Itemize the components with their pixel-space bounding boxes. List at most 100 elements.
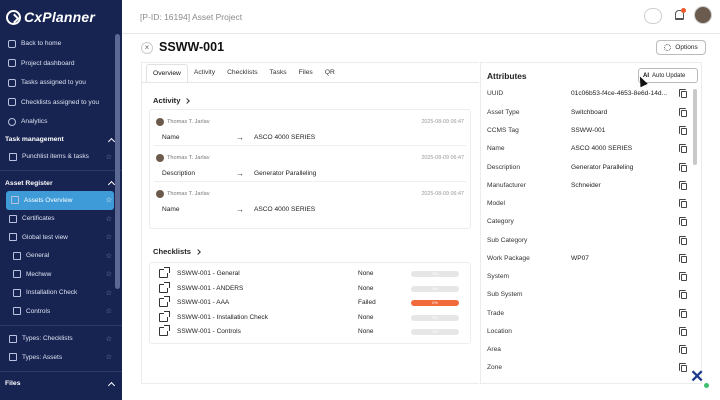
section-title-text: Files	[5, 380, 21, 387]
checklist-list: SSWW-001 - General None 0% SSWW-001 - AN…	[149, 262, 471, 344]
sidebar-item-installation-check[interactable]: Installation Check ☆	[0, 284, 122, 303]
attribute-value[interactable]: SSWW-001	[571, 127, 671, 134]
copy-icon[interactable]	[679, 180, 687, 190]
copy-icon[interactable]	[679, 290, 687, 299]
attribute-value[interactable]: Schneider	[571, 182, 671, 189]
attribute-value[interactable]: 01c06b53-f4ce-4653-8e6d-14d...	[571, 90, 671, 97]
external-link-icon[interactable]	[159, 281, 170, 293]
tab-activity[interactable]: Activity	[188, 64, 221, 82]
copy-icon[interactable]	[679, 235, 687, 245]
attribute-label: Description	[487, 163, 520, 171]
divider	[0, 324, 122, 326]
arrow-right-icon: →	[236, 205, 244, 214]
tab-checklists[interactable]: Checklists	[221, 64, 263, 82]
checklist-name: SSWW-001 - AAA	[177, 299, 230, 306]
copy-icon[interactable]	[679, 253, 687, 263]
attribute-label: Area	[487, 346, 501, 353]
analytics-icon	[8, 117, 16, 126]
star-icon[interactable]: ☆	[106, 270, 112, 278]
sidebar-item-mechww[interactable]: Mechww ☆	[0, 265, 122, 284]
attributes-scrollbar[interactable]	[693, 89, 697, 165]
user-avatar	[156, 190, 164, 198]
sidebar-item-analytics[interactable]: Analytics	[0, 112, 122, 132]
copy-icon[interactable]	[679, 89, 687, 98]
external-link-icon[interactable]	[159, 296, 170, 307]
sidebar-item-project-dashboard[interactable]: Project dashboard	[0, 54, 122, 74]
star-icon[interactable]: ☆	[106, 233, 112, 241]
checklist-row[interactable]: SSWW-001 - General None 0%	[150, 267, 470, 282]
copy-icon[interactable]	[679, 326, 687, 336]
sidebar-item-checklists-assigned[interactable]: Checklists assigned to you	[0, 93, 122, 113]
attribute-value[interactable]: WP07	[571, 255, 671, 262]
attribute-label: Category	[487, 218, 514, 225]
star-icon[interactable]: ☆	[106, 307, 112, 315]
copy-icon[interactable]	[679, 162, 687, 172]
copy-icon[interactable]	[679, 345, 687, 354]
section-task-management[interactable]: Task management	[0, 132, 122, 148]
section-asset-register[interactable]: Asset Register	[0, 175, 122, 191]
copy-icon[interactable]	[679, 126, 687, 135]
activity-meta: Thomas T. Jarlav	[156, 190, 210, 198]
star-icon[interactable]: ☆	[106, 153, 112, 161]
tab-qr[interactable]: QR	[319, 64, 341, 82]
copy-icon[interactable]	[679, 107, 687, 117]
sidebar-scrollbar[interactable]	[115, 34, 120, 289]
avatar[interactable]	[694, 6, 712, 24]
checklist-row[interactable]: SSWW-001 - ANDERS None 0%	[150, 281, 470, 297]
sidebar-item-certificates[interactable]: Certificates ☆	[0, 210, 122, 229]
external-link-icon[interactable]	[159, 325, 170, 336]
checklist-row[interactable]: SSWW-001 - AAA Failed 0%	[150, 296, 470, 311]
sidebar-item-label: Tasks assigned to you	[21, 79, 86, 87]
search-icon[interactable]	[644, 8, 662, 24]
external-link-icon[interactable]	[159, 310, 170, 322]
checklists-heading[interactable]: Checklists	[153, 247, 201, 256]
checklist-row[interactable]: SSWW-001 - Controls None 0%	[150, 325, 470, 340]
star-icon[interactable]: ☆	[106, 252, 112, 260]
sidebar-item-label: General	[26, 252, 50, 260]
sidebar-item-global-test-view[interactable]: Global test view ☆	[0, 228, 122, 247]
copy-icon[interactable]	[679, 363, 687, 372]
attribute-value[interactable]: Switchboard	[571, 109, 671, 116]
checklist-status: None	[358, 313, 374, 321]
star-icon[interactable]: ☆	[106, 196, 112, 204]
star-icon[interactable]: ☆	[106, 215, 112, 223]
close-button[interactable]: ×	[141, 42, 153, 54]
tab-bar: Overview Activity Checklists Tasks Files…	[146, 64, 341, 82]
tab-overview[interactable]: Overview	[146, 64, 188, 82]
sidebar-item-tasks-assigned[interactable]: Tasks assigned to you	[0, 73, 122, 93]
sidebar-item-controls[interactable]: Controls ☆	[0, 302, 122, 321]
sidebar-item-punchlist[interactable]: Punchlist items & tasks ☆	[0, 148, 122, 167]
star-icon[interactable]: ☆	[106, 353, 112, 361]
checklist-row[interactable]: SSWW-001 - Installation Check None 0%	[150, 310, 470, 326]
copy-icon[interactable]	[679, 144, 687, 153]
sidebar-item-label: Mechww	[26, 270, 52, 278]
sidebar-item-assets-overview[interactable]: Assets Overview ☆	[6, 191, 114, 210]
sidebar-item-types-assets[interactable]: Types: Assets ☆	[0, 348, 122, 367]
activity-user: Thomas T. Jarlav	[167, 155, 210, 161]
copy-icon[interactable]	[679, 217, 687, 226]
options-button[interactable]: Options	[656, 40, 706, 55]
checklist-name: SSWW-001 - Controls	[177, 328, 241, 335]
attribute-value[interactable]: Generator Paralleling	[571, 164, 671, 171]
sidebar-item-back-home[interactable]: Back to home	[0, 34, 122, 54]
tab-files[interactable]: Files	[293, 64, 319, 82]
copy-icon[interactable]	[679, 308, 687, 318]
activity-value: ASCO 4000 SERIES	[254, 206, 316, 213]
star-icon[interactable]: ☆	[106, 289, 112, 297]
chevron-right-icon	[195, 248, 201, 255]
logo[interactable]: CxPlanner	[0, 0, 122, 34]
star-icon[interactable]: ☆	[106, 335, 112, 343]
attribute-value[interactable]: ASCO 4000 SERIES	[571, 145, 671, 152]
external-link-icon[interactable]	[159, 267, 170, 278]
brand-x-icon[interactable]: ✕	[690, 367, 704, 387]
copy-icon[interactable]	[679, 272, 687, 281]
copy-icon[interactable]	[679, 199, 687, 208]
section-files[interactable]: Files	[0, 376, 122, 392]
auto-update-button[interactable]: AI Auto Update	[638, 68, 698, 83]
sidebar-item-types-checklists[interactable]: Types: Checklists ☆	[0, 330, 122, 349]
assets-icon	[11, 196, 19, 205]
tab-tasks[interactable]: Tasks	[264, 64, 293, 82]
attribute-row: Area	[487, 345, 692, 364]
sidebar-item-general[interactable]: General ☆	[0, 247, 122, 266]
activity-heading[interactable]: Activity	[153, 96, 191, 105]
